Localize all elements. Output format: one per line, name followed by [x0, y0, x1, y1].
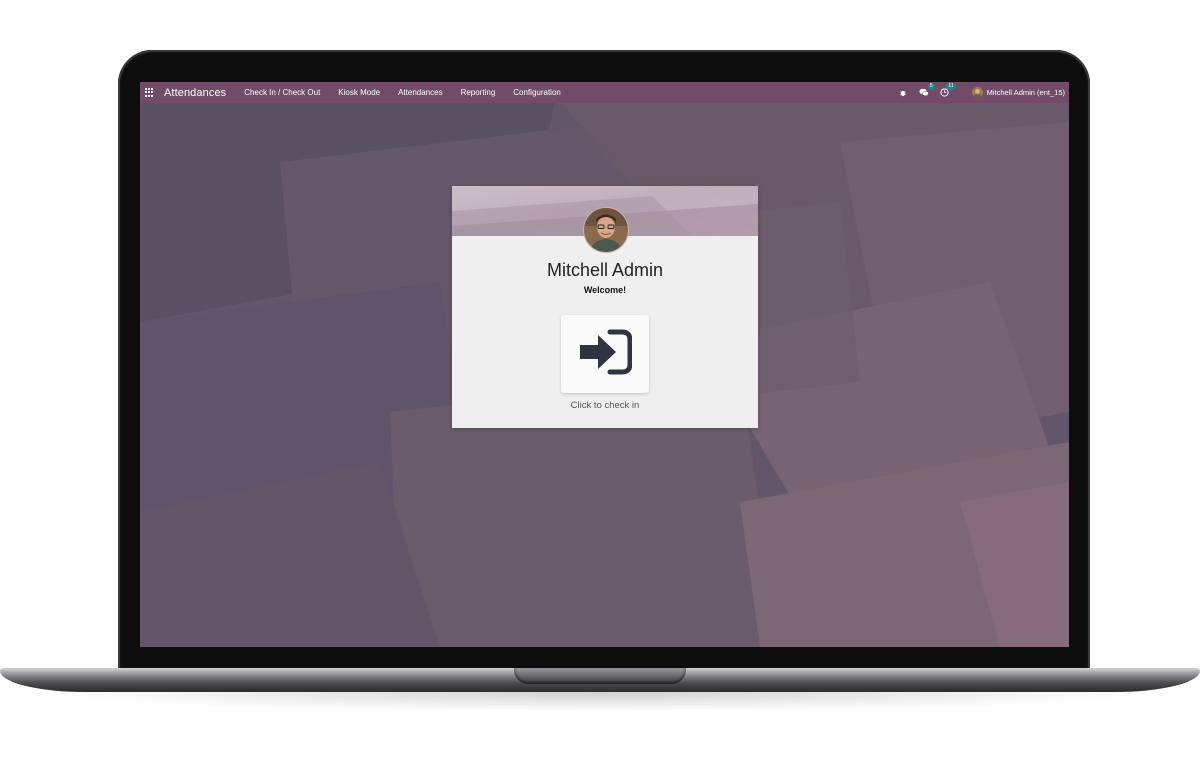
apps-menu-icon[interactable]: [145, 87, 155, 98]
sign-in-icon: [578, 329, 633, 380]
screen: Attendances Check In / Check Out Kiosk M…: [140, 82, 1069, 647]
laptop-shadow: [40, 692, 1160, 712]
check-in-caption: Click to check in: [570, 400, 640, 411]
laptop-notch: [514, 668, 686, 684]
messages-icon[interactable]: 5: [918, 82, 935, 99]
activities-clock-icon[interactable]: 11: [939, 82, 956, 99]
check-in-card: Mitchell Admin Welcome! Click to check i…: [452, 186, 758, 428]
menu-kiosk-mode[interactable]: Kiosk Mode: [338, 88, 380, 97]
messages-badge: 5: [927, 82, 935, 90]
menu-attendances[interactable]: Attendances: [398, 88, 442, 97]
top-navbar: Attendances Check In / Check Out Kiosk M…: [140, 82, 1069, 103]
check-in-button[interactable]: [561, 315, 649, 393]
user-name: Mitchell Admin (ent_15): [986, 88, 1065, 97]
activities-badge: 11: [946, 82, 956, 90]
menu-reporting[interactable]: Reporting: [461, 88, 496, 97]
app-title[interactable]: Attendances: [164, 87, 226, 99]
menu-check-in-out[interactable]: Check In / Check Out: [244, 88, 320, 97]
employee-name: Mitchell Admin: [546, 260, 664, 280]
welcome-message: Welcome!: [583, 285, 627, 295]
user-avatar: [971, 87, 983, 98]
debug-bug-icon[interactable]: [897, 87, 909, 99]
menu-configuration[interactable]: Configuration: [513, 88, 561, 97]
user-menu[interactable]: Mitchell Admin (ent_15): [971, 87, 1065, 98]
navbar-systray: 5 11 Mitchell Admin (ent_15): [888, 82, 1069, 103]
employee-avatar: [583, 207, 629, 253]
